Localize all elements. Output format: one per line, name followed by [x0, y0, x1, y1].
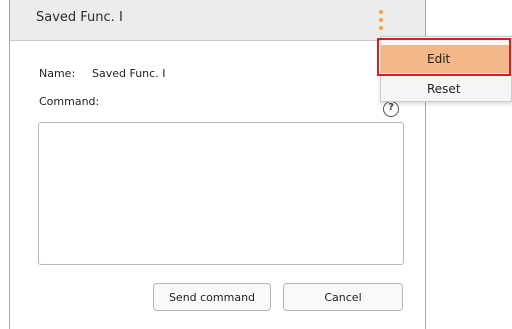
send-command-button[interactable]: Send command — [153, 283, 271, 311]
help-icon[interactable]: ? — [383, 101, 399, 117]
saved-function-panel: Saved Func. I Name: Saved Func. I Comman… — [9, 0, 426, 329]
menu-item-reset[interactable]: Reset — [381, 75, 511, 103]
kebab-dot — [379, 18, 383, 22]
cancel-button[interactable]: Cancel — [283, 283, 403, 311]
panel-title: Saved Func. I — [36, 10, 123, 25]
menu-item-edit[interactable]: Edit — [381, 45, 511, 73]
command-label: Command: — [39, 95, 100, 108]
name-label: Name: — [39, 67, 76, 80]
context-menu: Edit Reset — [380, 36, 512, 102]
kebab-dot — [379, 26, 383, 30]
kebab-dot — [379, 10, 383, 14]
name-value: Saved Func. I — [92, 67, 166, 80]
panel-header: Saved Func. I — [10, 0, 425, 41]
command-textarea[interactable] — [38, 122, 404, 265]
kebab-menu-icon[interactable] — [376, 10, 386, 30]
